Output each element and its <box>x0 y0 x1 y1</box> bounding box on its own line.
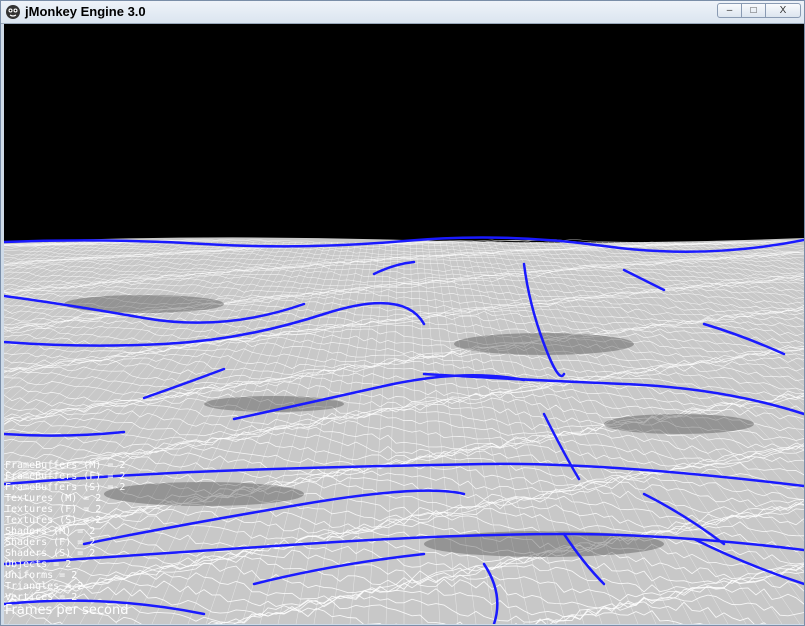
stat-line: Uniforms = 2 <box>5 570 78 581</box>
stat-line: Textures (M) = 2 <box>5 493 102 504</box>
stat-line: FrameBuffers (M) = 2 <box>5 460 126 471</box>
stat-line: Textures (F) = 2 <box>5 504 102 515</box>
close-icon: X <box>779 5 787 16</box>
title-bar[interactable]: jMonkey Engine 3.0 – □ X <box>1 1 804 24</box>
stat-line: Shaders (M) = 2 <box>5 526 96 537</box>
stat-line: FrameBuffers (S) = 2 <box>5 482 126 493</box>
minimize-icon: – <box>726 5 733 16</box>
stat-line: Triangles = 2 <box>5 581 84 592</box>
app-window: jMonkey Engine 3.0 – □ X FrameBuffers (M… <box>0 0 805 626</box>
stats-panel: FrameBuffers (M) = 2 FrameBuffers (F) = 2… <box>5 460 125 603</box>
minimize-button[interactable]: – <box>717 3 742 18</box>
stat-line: Vertices = 2 <box>5 592 78 603</box>
render-viewport[interactable]: FrameBuffers (M) = 2 FrameBuffers (F) = 2… <box>4 24 804 624</box>
maximize-icon: □ <box>750 5 757 16</box>
stat-line: FrameBuffers (F) = 2 <box>5 471 126 482</box>
maximize-button[interactable]: □ <box>741 3 766 18</box>
jmonkey-logo-icon <box>6 5 20 19</box>
window-title: jMonkey Engine 3.0 <box>25 4 146 19</box>
stat-line: Textures (S) = 2 <box>5 515 102 526</box>
stat-line: Objects = 2 <box>5 559 72 570</box>
stat-line: Shaders (S) = 2 <box>5 548 96 559</box>
fps-label: Frames per second <box>5 603 129 618</box>
stat-line: Shaders (F) = 2 <box>5 537 96 548</box>
close-button[interactable]: X <box>765 3 801 18</box>
